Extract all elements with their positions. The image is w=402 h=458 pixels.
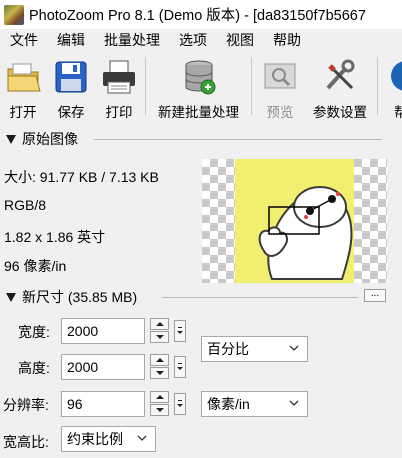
height-stepper[interactable] [150,354,170,380]
aspect-ratio-select[interactable]: 约束比例 [61,426,156,452]
resolution-input[interactable]: 96 [61,391,145,417]
menu-file[interactable]: 文件 [0,30,47,50]
settings-button[interactable]: 参数设置 [306,51,374,121]
original-dimensions: 1.82 x 1.86 英寸 [4,229,106,245]
wrench-screwdriver-icon [326,59,355,90]
height-input[interactable]: 2000 [61,354,145,380]
folder-open-icon [7,63,41,92]
new-batch-button[interactable]: 新建批量处理 [149,51,248,121]
height-label: 高度: [18,360,50,376]
window-title: PhotoZoom Pro 8.1 (Demo 版本) - [da83150f7… [29,8,366,24]
toolbar: 打开 保存 打印 新建批量处理 预览 参数设置 帮 [0,51,402,121]
print-button[interactable]: 打印 [96,51,142,121]
size-unit-select[interactable]: 百分比 [201,336,308,362]
save-button[interactable]: 保存 [48,51,94,121]
app-icon [4,4,24,25]
original-resolution: 96 像素/in [4,258,67,274]
aspect-ratio-label: 宽高比: [3,434,49,450]
toolbar-separator [145,57,146,115]
image-preview[interactable] [202,159,387,283]
menu-bar: 文件 编辑 批量处理 选项 视图 帮助 [0,29,402,51]
new-size-header[interactable]: 新尺寸 (35.85 MB) [4,287,137,307]
width-menu-button[interactable] [174,320,186,342]
chevron-down-icon [289,345,299,351]
menu-options[interactable]: 选项 [169,30,216,50]
chevron-down-icon [289,400,299,406]
menu-edit[interactable]: 编辑 [47,30,94,50]
resolution-stepper[interactable] [150,391,170,417]
preview-monitor-icon [264,63,296,89]
resolution-menu-button[interactable] [174,393,186,415]
menu-help[interactable]: 帮助 [263,30,310,50]
help-globe-icon [391,61,402,91]
height-menu-button[interactable] [174,356,186,378]
collapse-triangle-icon [6,292,16,302]
original-size: 大小: 91.77 KB / 7.13 KB [4,169,159,185]
original-image-header[interactable]: 原始图像 [4,129,78,149]
toolbar-separator [377,57,378,115]
collapse-triangle-icon [6,134,16,144]
section-divider [94,139,382,140]
open-button[interactable]: 打开 [0,51,46,121]
resolution-unit-select[interactable]: 像素/in [201,391,308,417]
floppy-disk-icon [55,61,87,93]
toolbar-separator [251,57,252,115]
chevron-down-icon [137,435,147,441]
database-stack-icon [185,60,215,95]
menu-view[interactable]: 视图 [216,30,263,50]
more-options-button[interactable]: ... [364,289,386,302]
help-button[interactable]: 帮 [382,51,402,121]
resolution-label: 分辨率: [3,397,49,413]
width-input[interactable]: 2000 [61,318,145,344]
section-divider [162,297,358,298]
baymax-illustration [258,186,353,280]
title-bar: PhotoZoom Pro 8.1 (Demo 版本) - [da83150f7… [0,0,402,29]
preview-button[interactable]: 预览 [256,51,304,121]
width-stepper[interactable] [150,318,170,344]
width-label: 宽度: [18,324,50,340]
original-mode: RGB/8 [4,197,47,213]
printer-icon [103,60,135,94]
menu-batch[interactable]: 批量处理 [94,30,169,50]
